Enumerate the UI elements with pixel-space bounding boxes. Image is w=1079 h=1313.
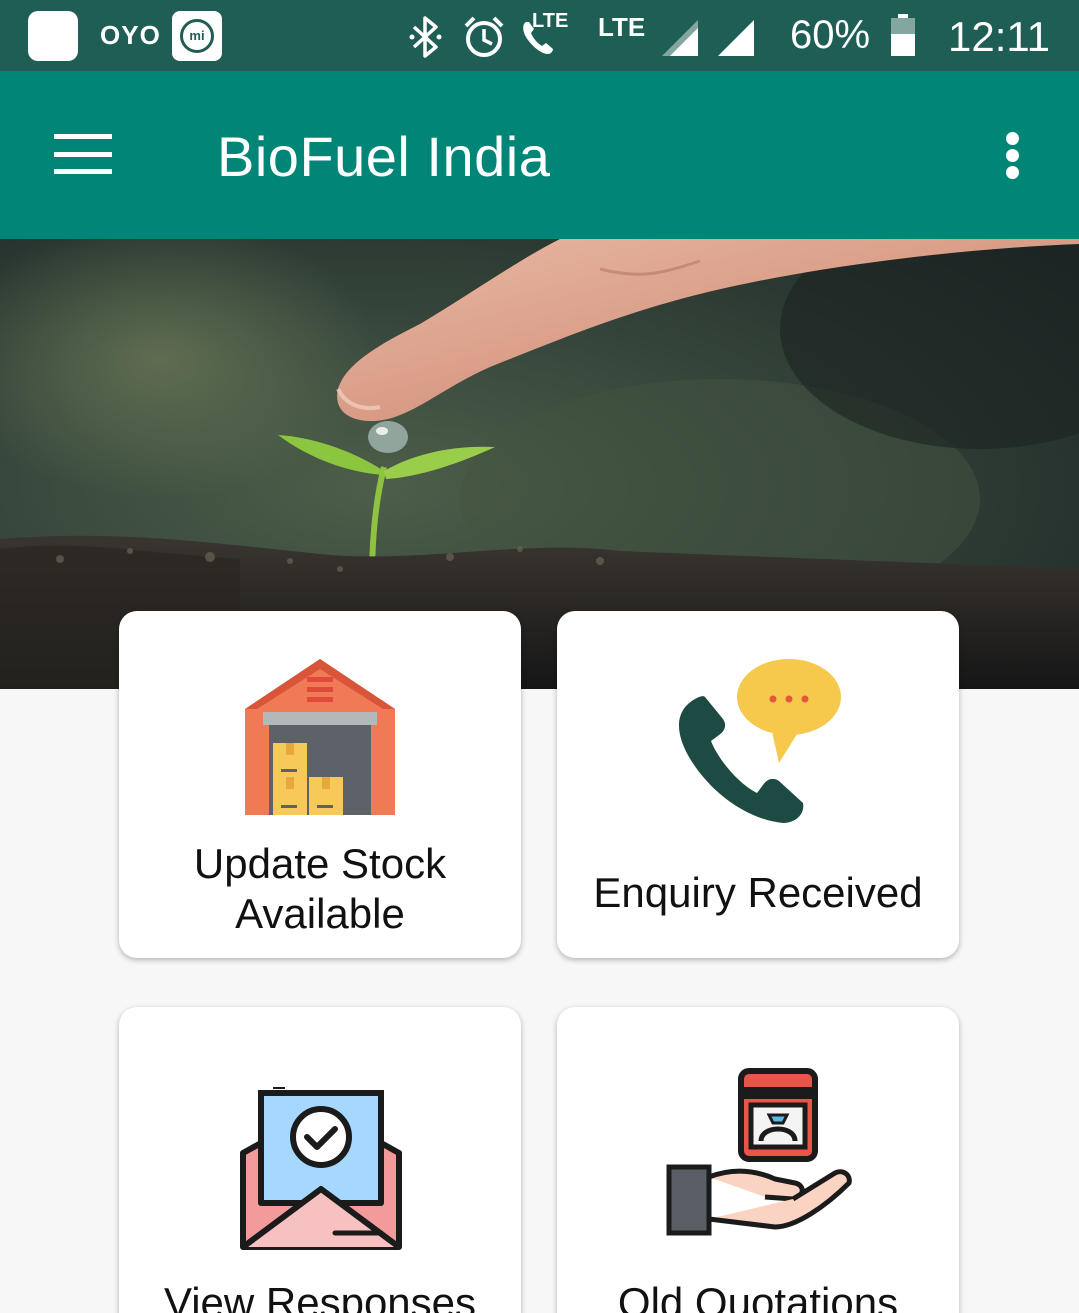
oyo-notification-icon: OYO — [100, 20, 161, 50]
old-quotations-tile[interactable]: Old Quotations — [557, 1007, 959, 1313]
app-title: BioFuel India — [217, 125, 551, 188]
hand-ring-box-icon — [666, 1068, 852, 1236]
tile-label-line2: Available — [235, 890, 405, 937]
lte-label: LTE — [598, 12, 646, 42]
bluetooth-icon — [409, 16, 442, 58]
alarm-icon — [464, 16, 504, 57]
mi-notification-icon: mi — [172, 11, 222, 61]
signal-icon-2 — [718, 20, 754, 56]
warehouse-icon — [245, 659, 395, 815]
volte-label: LTE — [532, 10, 569, 32]
phone-chat-icon — [678, 659, 841, 823]
tile-label-line1: Update Stock — [193, 840, 447, 887]
clock: 12:11 — [948, 13, 1050, 60]
update-stock-tile[interactable]: Update Stock Available — [119, 611, 521, 958]
tile-label: Enquiry Received — [593, 869, 923, 916]
overflow-menu-icon[interactable] — [1000, 128, 1026, 184]
status-bar: OYO mi LTE LTE 60% 12:11 — [0, 0, 1079, 71]
tile-label: Old Quotations — [617, 1279, 899, 1313]
envelope-check-icon — [240, 1087, 402, 1250]
tile-label: View Responses — [163, 1279, 477, 1313]
hamburger-menu-icon[interactable] — [54, 132, 112, 176]
battery-icon — [891, 14, 915, 56]
signal-icon-1 — [662, 20, 698, 56]
enquiry-received-tile[interactable]: Enquiry Received — [557, 611, 959, 958]
view-responses-tile[interactable]: View Responses — [119, 1007, 521, 1313]
battery-percent: 60% — [790, 13, 871, 57]
app-notification-icon — [28, 11, 78, 61]
